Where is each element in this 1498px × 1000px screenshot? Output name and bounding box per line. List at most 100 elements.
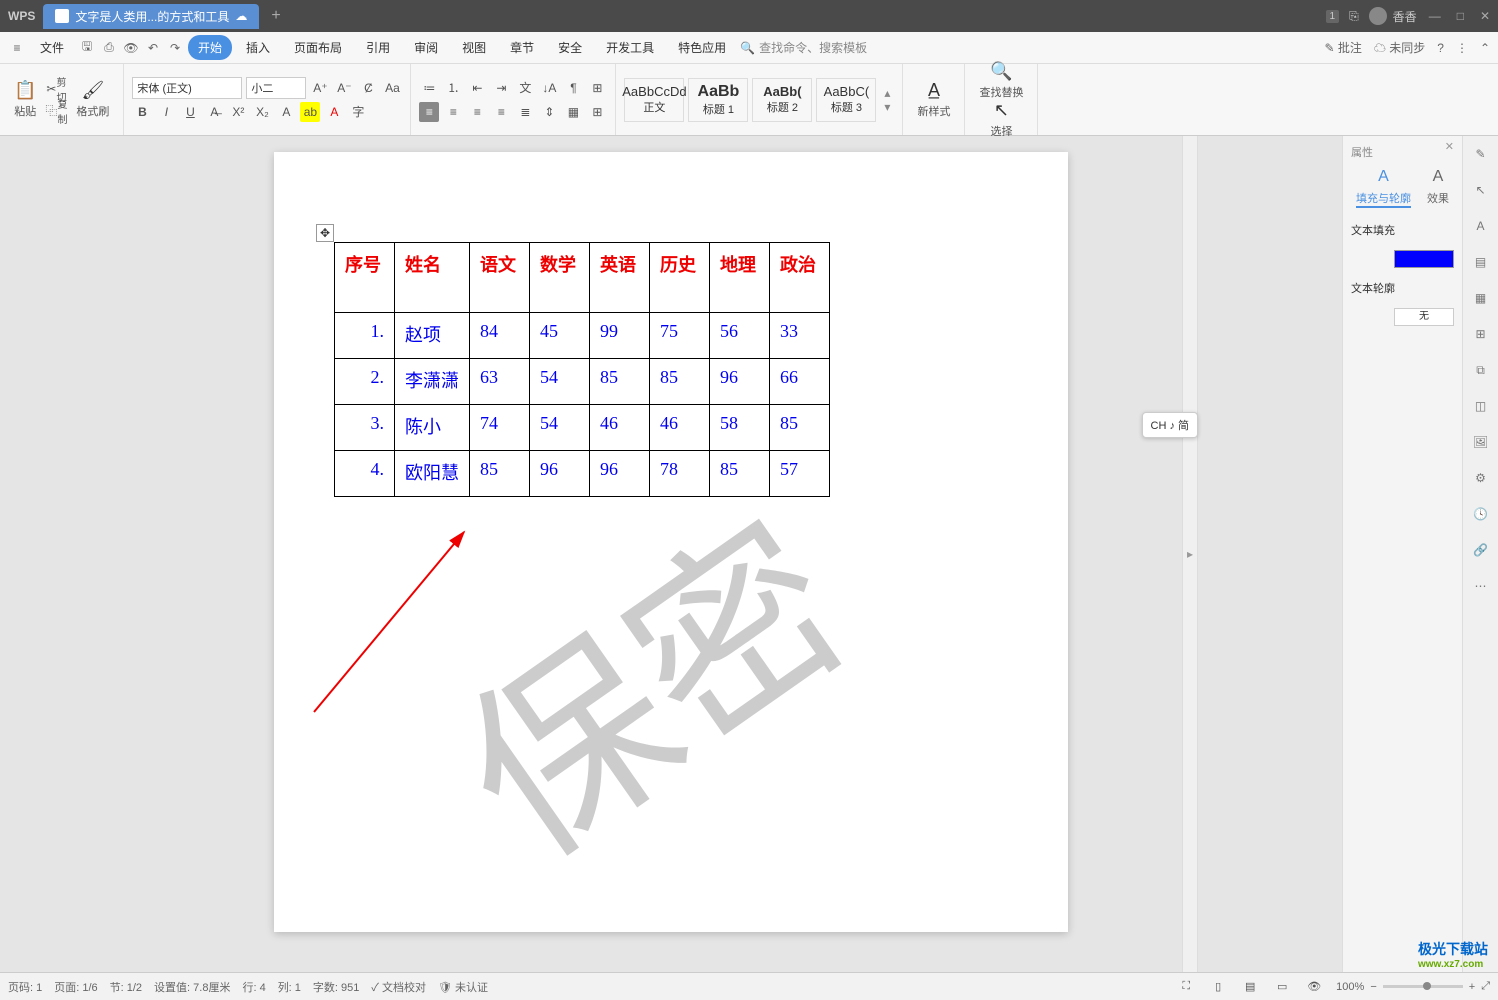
status-word-count[interactable]: 字数: 951 (313, 979, 359, 995)
header-cell[interactable]: 政治 (770, 243, 830, 313)
paragraph-mark-button[interactable]: ¶ (563, 78, 583, 98)
decrease-indent-button[interactable]: ⇤ (467, 78, 487, 98)
increase-indent-button[interactable]: ⇥ (491, 78, 511, 98)
style-down-icon[interactable]: ▾ (884, 100, 890, 114)
numbering-button[interactable]: ⒈ (443, 78, 463, 98)
change-case-icon[interactable]: Aa (382, 78, 402, 98)
status-proofing[interactable]: ✓ 文档校对 (371, 979, 426, 995)
italic-button[interactable]: I (156, 102, 176, 122)
align-right-button[interactable]: ≡ (467, 102, 487, 122)
new-tab-button[interactable]: + (271, 7, 280, 25)
tab-devtools[interactable]: 开发工具 (596, 35, 664, 60)
font-pane-icon[interactable]: A (1471, 216, 1491, 236)
shading-button[interactable]: ▦ (563, 102, 583, 122)
increase-font-icon[interactable]: A⁺ (310, 78, 330, 98)
panel-close-icon[interactable]: ✕ (1445, 140, 1454, 153)
distribute-button[interactable]: ≣ (515, 102, 535, 122)
header-cell[interactable]: 语文 (470, 243, 530, 313)
strike-button[interactable]: A̶ (204, 102, 224, 122)
find-replace-button[interactable]: 🔍查找替换 (973, 61, 1029, 100)
annotate-button[interactable]: ✎ 批注 (1324, 39, 1361, 56)
grid-icon[interactable]: ▦ (1471, 288, 1491, 308)
font-name-select[interactable]: 宋体 (正文) (132, 77, 242, 99)
minimize-button[interactable]: — (1429, 9, 1441, 23)
font-color-button[interactable]: A (324, 102, 344, 122)
outline-select[interactable]: 无 (1394, 308, 1454, 326)
undo-icon[interactable]: ↶ (144, 39, 162, 57)
print-layout-icon[interactable]: ▯ (1208, 977, 1228, 997)
shapes-icon[interactable]: ◫ (1471, 396, 1491, 416)
style-heading1[interactable]: AaBb标题 1 (688, 78, 748, 122)
status-certification[interactable]: 🛡 未认证 (438, 979, 488, 995)
tab-fill-outline[interactable]: A填充与轮廓 (1356, 168, 1411, 208)
borders-button[interactable]: ⊞ (587, 102, 607, 122)
phonetic-button[interactable]: 字 (348, 102, 368, 122)
notification-badge[interactable]: 1 (1326, 10, 1340, 23)
subscript-button[interactable]: X₂ (252, 102, 272, 122)
more-icon[interactable]: ⋮ (1456, 41, 1468, 55)
align-center-button[interactable]: ≡ (443, 102, 463, 122)
panel-collapse-handle[interactable]: ▸ (1182, 136, 1198, 972)
link-icon[interactable]: 🔗 (1471, 540, 1491, 560)
header-cell[interactable]: 英语 (590, 243, 650, 313)
save-icon[interactable]: 🖫 (78, 39, 96, 57)
align-justify-button[interactable]: ≡ (491, 102, 511, 122)
header-cell[interactable]: 姓名 (395, 243, 470, 313)
cursor-icon[interactable]: ↖ (1471, 180, 1491, 200)
close-button[interactable]: ✕ (1480, 9, 1490, 23)
outline-view-icon[interactable]: ▤ (1240, 977, 1260, 997)
clear-format-icon[interactable]: Ȼ (358, 78, 378, 98)
zoom-fit-icon[interactable]: ⤢ (1481, 980, 1490, 993)
table-row[interactable]: 3.陈小745446465885 (335, 405, 830, 451)
command-search[interactable]: 🔍 查找命令、搜索模板 (740, 39, 867, 56)
gear-icon[interactable]: ⚙ (1471, 468, 1491, 488)
tabs-button[interactable]: ⊞ (587, 78, 607, 98)
select-button[interactable]: ↖选择 (973, 100, 1029, 139)
status-page-number[interactable]: 页码: 1 (8, 979, 42, 995)
status-column[interactable]: 列: 1 (278, 979, 301, 995)
tab-special[interactable]: 特色应用 (668, 35, 736, 60)
tab-insert[interactable]: 插入 (236, 35, 280, 60)
layout-icon[interactable]: ▤ (1471, 252, 1491, 272)
tab-review[interactable]: 审阅 (404, 35, 448, 60)
collapse-ribbon-icon[interactable]: ⌃ (1480, 41, 1490, 55)
highlight-button[interactable]: ab (300, 102, 320, 122)
header-cell[interactable]: 历史 (650, 243, 710, 313)
tab-view[interactable]: 视图 (452, 35, 496, 60)
image-icon[interactable]: 🖼 (1471, 432, 1491, 452)
new-style-button[interactable]: A̲新样式 (911, 80, 956, 119)
zoom-in-icon[interactable]: + (1469, 981, 1475, 993)
help-icon[interactable]: ? (1437, 41, 1444, 55)
print-icon[interactable]: ⎙ (100, 39, 118, 57)
sort-button[interactable]: ↓A (539, 78, 559, 98)
table-row[interactable]: 1.赵项844599755633 (335, 313, 830, 359)
align-left-button[interactable]: ≡ (419, 102, 439, 122)
preview-icon[interactable]: 👁 (122, 39, 140, 57)
style-normal[interactable]: AaBbCcDd正文 (624, 78, 684, 122)
fullscreen-icon[interactable]: ⛶ (1176, 977, 1196, 997)
style-up-icon[interactable]: ▴ (884, 86, 890, 100)
clock-icon[interactable]: 🕓 (1471, 504, 1491, 524)
underline-button[interactable]: U (180, 102, 200, 122)
zoom-control[interactable]: 100% − + ⤢ (1336, 980, 1490, 993)
document-page[interactable]: ✥ 序号 姓名 语文 数学 英语 历史 地理 政治 1.赵项8445997556… (274, 152, 1068, 932)
tab-effects[interactable]: A效果 (1427, 168, 1449, 208)
style-heading2[interactable]: AaBb(标题 2 (752, 78, 812, 122)
document-tab[interactable]: 文字是人类用...的方式和工具 ☁ (43, 4, 259, 29)
tab-layout[interactable]: 页面布局 (284, 35, 352, 60)
gift-icon[interactable]: ⎘ (1349, 9, 1359, 24)
table-row[interactable]: 2.李潇潇635485859666 (335, 359, 830, 405)
status-section[interactable]: 节: 1/2 (110, 979, 142, 995)
pencil-icon[interactable]: ✎ (1471, 144, 1491, 164)
tab-security[interactable]: 安全 (548, 35, 592, 60)
superscript-button[interactable]: X² (228, 102, 248, 122)
format-painter-button[interactable]: 🖌格式刷 (70, 80, 115, 119)
table-move-handle[interactable]: ✥ (316, 224, 334, 242)
bold-button[interactable]: B (132, 102, 152, 122)
line-spacing-button[interactable]: ⇕ (539, 102, 559, 122)
fill-color-swatch[interactable] (1394, 250, 1454, 268)
paste-button[interactable]: 📋粘贴 (8, 80, 42, 119)
tab-home[interactable]: 开始 (188, 35, 232, 60)
document-workspace[interactable]: ✥ 序号 姓名 语文 数学 英语 历史 地理 政治 1.赵项8445997556… (0, 136, 1342, 972)
font-size-select[interactable]: 小二 (246, 77, 306, 99)
